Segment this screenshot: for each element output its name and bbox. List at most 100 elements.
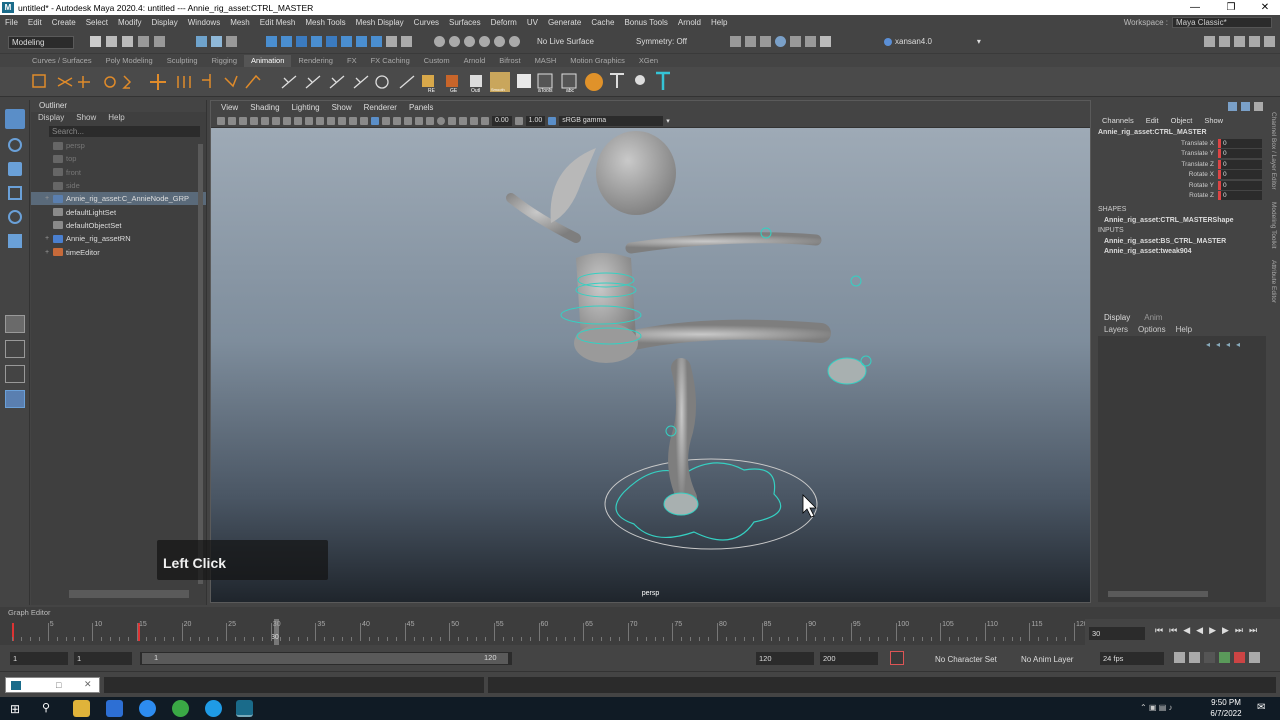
character-controls-icon[interactable] (1219, 36, 1230, 47)
anim-layer-dropdown[interactable]: No Anim Layer (1021, 655, 1073, 664)
right-shoe[interactable] (827, 357, 867, 385)
shelf-icon-1[interactable] (32, 74, 46, 88)
render-view-icon[interactable] (730, 36, 741, 47)
hypershade-icon[interactable] (790, 36, 801, 47)
shelf-icon-t[interactable] (610, 73, 624, 88)
attribute-editor-icon[interactable] (1234, 36, 1245, 47)
viewport-menu-renderer[interactable]: Renderer (364, 101, 397, 114)
viewport-menu-view[interactable]: View (221, 101, 238, 114)
menu-generate[interactable]: Generate (543, 18, 586, 27)
input-ops-icon[interactable] (434, 36, 445, 47)
bookmark-icon[interactable] (239, 116, 247, 125)
new-scene-icon[interactable] (90, 36, 101, 47)
shelf-icon-atools[interactable] (537, 73, 553, 89)
go-to-end-icon[interactable]: ⏭ (1249, 625, 1257, 636)
float-panel-icon[interactable] (1254, 102, 1263, 111)
auto-key-icon[interactable] (890, 651, 904, 665)
channel-attr-row[interactable]: Translate X 0 (1094, 138, 1267, 149)
shelf-tab-bifrost[interactable]: Bifrost (492, 55, 527, 67)
shelf-icon-ge[interactable] (446, 75, 458, 87)
channel-attr-row[interactable]: Translate Y 0 (1094, 149, 1267, 160)
menu-edit[interactable]: Edit (23, 18, 47, 27)
save-scene-icon[interactable] (122, 36, 133, 47)
shelf-icon-skull[interactable] (635, 75, 645, 85)
xray-joints-icon[interactable] (459, 116, 467, 125)
outliner-menu-show[interactable]: Show (76, 112, 96, 124)
channel-attr-row[interactable]: Rotate Z 0 (1094, 191, 1267, 202)
shelf-icon-cube[interactable] (517, 74, 531, 88)
snap-surface-icon[interactable] (311, 36, 322, 47)
sound-icon[interactable] (1234, 652, 1245, 663)
viewport-scene[interactable]: persp (211, 128, 1090, 602)
outliner-item[interactable]: top (31, 152, 206, 165)
field-chart-icon[interactable] (327, 116, 335, 125)
foot-control[interactable] (860, 355, 872, 367)
maya-taskbar-icon[interactable] (236, 700, 253, 717)
snap-view-icon[interactable] (326, 36, 337, 47)
menu-mesh-tools[interactable]: Mesh Tools (300, 18, 350, 27)
lock-icon[interactable] (386, 36, 397, 47)
annie-character[interactable] (506, 131, 872, 550)
menu-select[interactable]: Select (81, 18, 113, 27)
go-to-start-icon[interactable]: ⏮ (1155, 625, 1163, 636)
lasso-tool-icon[interactable] (8, 138, 22, 152)
notification-icon[interactable]: ✉ (1257, 702, 1265, 713)
close-icon[interactable]: ✕ (1248, 0, 1280, 15)
shelf-tab-mash[interactable]: MASH (528, 55, 564, 67)
help-menu[interactable]: Help (1176, 324, 1192, 336)
modeling-toolkit-icon[interactable] (1204, 36, 1215, 47)
shelf-icon-3[interactable] (78, 76, 90, 88)
ao-icon[interactable] (426, 116, 434, 125)
2d-pan-icon[interactable] (272, 116, 280, 125)
menu-surfaces[interactable]: Surfaces (444, 18, 486, 27)
menu-uv[interactable]: UV (522, 18, 543, 27)
shelf-tab-rigging[interactable]: Rigging (205, 55, 244, 67)
image-plane-icon[interactable] (250, 116, 258, 125)
play-forward-icon[interactable]: ▶ (1209, 625, 1216, 636)
pause-icon[interactable] (820, 36, 831, 47)
channel-attr-row[interactable]: Rotate Y 0 (1094, 180, 1267, 191)
channel-menu-object[interactable]: Object (1171, 115, 1193, 127)
layers-menu[interactable]: Layers (1104, 324, 1128, 336)
shelf-icon-14[interactable] (353, 75, 369, 89)
step-back-key-icon[interactable]: ⏮ (1169, 625, 1177, 636)
user-account[interactable]: xansan4.0 ▾ (884, 37, 981, 46)
menu-deform[interactable]: Deform (486, 18, 522, 27)
menu-file[interactable]: File (0, 18, 23, 27)
step-back-frame-icon[interactable]: ◀ (1183, 625, 1190, 636)
xray-icon[interactable] (448, 116, 456, 125)
prefs-icon[interactable] (1249, 652, 1260, 663)
loop-icon[interactable] (1174, 652, 1185, 663)
exposure-icon[interactable] (481, 116, 489, 125)
outliner-item[interactable]: defaultLightSet (31, 205, 206, 218)
grease-pencil-icon[interactable] (261, 116, 269, 125)
new-layer-icon[interactable]: ◂ (1226, 340, 1230, 349)
viewport-menu-lighting[interactable]: Lighting (292, 101, 320, 114)
wireframe-icon[interactable] (360, 116, 368, 125)
persp-outliner-layout-icon[interactable] (5, 365, 25, 383)
time-slider[interactable]: 30 5 10 15 20 25 30 35 40 45 50 55 60 65 70 75 80 85 90 95… (0, 619, 1088, 645)
outliner-item[interactable]: + Annie_rig_assetRN (31, 232, 206, 245)
reset-icon[interactable] (509, 36, 520, 47)
new-layer-selected-icon[interactable]: ◂ (1236, 340, 1240, 349)
options-menu[interactable]: Options (1138, 324, 1166, 336)
channel-attr-value[interactable]: 0 (1218, 191, 1262, 201)
history-icon[interactable] (464, 36, 475, 47)
four-view-layout-icon[interactable] (5, 340, 25, 358)
gate-mask-icon[interactable] (316, 116, 324, 125)
mel-input-box[interactable]: □ ✕ (5, 677, 100, 693)
scene-end-field[interactable]: 200 (820, 652, 878, 665)
shelf-tab-animation[interactable]: Animation (244, 55, 292, 67)
film-gate-icon[interactable] (294, 116, 302, 125)
select-tool-icon[interactable] (5, 109, 25, 129)
fps-dropdown[interactable]: 24 fps (1100, 652, 1164, 665)
search-icon[interactable]: ⚲ (42, 701, 50, 714)
current-frame-field[interactable]: 30 (1089, 627, 1145, 640)
close-small-icon[interactable]: ✕ (84, 679, 92, 690)
ik-pole-control[interactable] (850, 275, 862, 287)
menuset-dropdown[interactable]: Modeling (8, 36, 74, 49)
outliner-menu-display[interactable]: Display (38, 112, 64, 124)
outliner-h-scrollbar[interactable] (69, 590, 189, 598)
viewport-panel[interactable]: View Shading Lighting Show Renderer Panels 0.… (210, 100, 1091, 603)
snap-mask-icon[interactable] (356, 36, 367, 47)
